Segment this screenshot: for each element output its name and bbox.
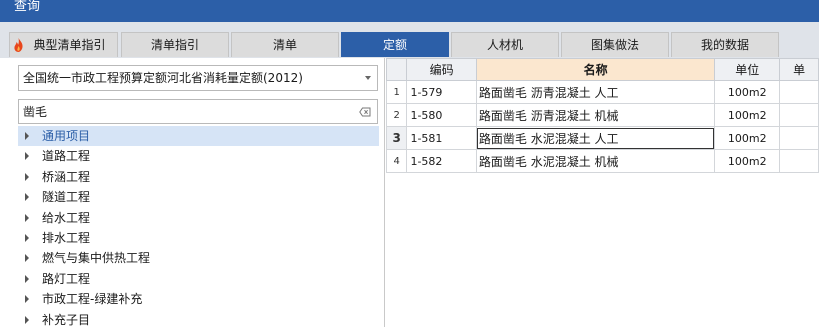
cell-unit-price[interactable] — [779, 103, 819, 127]
grid-header-code[interactable]: 编码 — [406, 58, 477, 81]
quota-grid: 编码 名称 单位 单 1 1-579 路面凿毛 沥青混凝土 人工 100m2 2… — [385, 58, 819, 173]
table-row[interactable]: 4 1-582 路面凿毛 水泥混凝土 机械 100m2 — [385, 149, 819, 173]
tab-quota[interactable]: 定额 — [341, 32, 449, 57]
grid-header-name[interactable]: 名称 — [475, 58, 716, 81]
tab-label: 我的数据 — [700, 38, 749, 52]
cell-unit[interactable]: 100m2 — [714, 149, 781, 173]
row-number: 1 — [385, 80, 408, 104]
right-pane: 编码 名称 单位 单 1 1-579 路面凿毛 沥青混凝土 人工 100m2 2… — [385, 58, 819, 327]
quota-library-value: 全国统一市政工程预算定额河北省消耗量定额(2012) — [23, 71, 303, 85]
tree-item-label: 市政工程-绿建补充 — [42, 292, 143, 307]
tree-item-label: 隧道工程 — [42, 190, 91, 205]
tab-atlas-method[interactable]: 图集做法 — [561, 32, 669, 57]
tree-item-gas-heating[interactable]: 燃气与集中供热工程 — [18, 248, 379, 268]
table-row[interactable]: 1 1-579 路面凿毛 沥青混凝土 人工 100m2 — [385, 80, 819, 104]
tab-typical-list-guide[interactable]: 典型清单指引 — [9, 32, 118, 57]
tree-item-label: 燃气与集中供热工程 — [42, 251, 151, 266]
cell-name[interactable]: 路面凿毛 沥青混凝土 人工 — [475, 80, 716, 104]
fire-icon — [14, 38, 23, 52]
tab-list[interactable]: 清单 — [231, 32, 339, 57]
expand-arrow-icon[interactable] — [25, 254, 29, 263]
row-number: 3 — [385, 126, 408, 150]
dropdown-caret-icon[interactable] — [365, 76, 371, 80]
expand-arrow-icon[interactable] — [25, 193, 29, 202]
tree-item-label: 桥涵工程 — [42, 169, 91, 184]
clear-icon[interactable] — [359, 106, 371, 118]
expand-arrow-icon[interactable] — [25, 274, 29, 283]
title-bar: 查询 — [0, 0, 819, 22]
expand-arrow-icon[interactable] — [25, 233, 29, 242]
row-number: 2 — [385, 103, 408, 127]
search-input[interactable] — [23, 102, 343, 121]
cell-name-focused[interactable]: 路面凿毛 水泥混凝土 人工 — [475, 126, 716, 150]
tab-my-data[interactable]: 我的数据 — [671, 32, 779, 57]
table-row-current[interactable]: 3 1-581 路面凿毛 水泥混凝土 人工 100m2 — [385, 126, 819, 150]
expand-arrow-icon[interactable] — [25, 315, 29, 324]
grid-header-row: 编码 名称 单位 单 — [385, 58, 819, 81]
expand-arrow-icon[interactable] — [25, 172, 29, 181]
cell-unit[interactable]: 100m2 — [714, 80, 781, 104]
table-row[interactable]: 2 1-580 路面凿毛 沥青混凝土 机械 100m2 — [385, 103, 819, 127]
grid-header-rowno — [385, 58, 408, 81]
left-pane: 全国统一市政工程预算定额河北省消耗量定额(2012) 通用项目 道路工程 桥涵工… — [0, 58, 385, 327]
tree-item-street-lighting[interactable]: 路灯工程 — [18, 269, 379, 289]
tree-item-label: 道路工程 — [42, 149, 91, 164]
window-title: 查询 — [14, 0, 41, 14]
grid-header-unit[interactable]: 单位 — [714, 58, 781, 81]
tree-item-drainage[interactable]: 排水工程 — [18, 228, 379, 248]
grid-header-unit-price[interactable]: 单 — [779, 58, 819, 81]
tree-item-bridge-culvert[interactable]: 桥涵工程 — [18, 167, 379, 187]
cell-code[interactable]: 1-579 — [406, 80, 477, 104]
cell-code[interactable]: 1-580 — [406, 103, 477, 127]
row-number: 4 — [385, 149, 408, 173]
cell-code[interactable]: 1-581 — [406, 126, 477, 150]
cell-unit[interactable]: 100m2 — [714, 103, 781, 127]
search-box — [18, 99, 378, 124]
tree-item-label: 给水工程 — [42, 210, 91, 225]
tab-label: 人材机 — [486, 38, 523, 52]
tab-label: 清单指引 — [150, 38, 199, 52]
tree-item-label: 排水工程 — [42, 230, 91, 245]
cell-unit-price[interactable] — [779, 149, 819, 173]
tab-label: 典型清单指引 — [33, 38, 106, 52]
tree-item-water-supply[interactable]: 给水工程 — [18, 208, 379, 228]
expand-arrow-icon[interactable] — [25, 132, 29, 140]
cell-unit-price[interactable] — [779, 126, 819, 150]
cell-name[interactable]: 路面凿毛 沥青混凝土 机械 — [475, 103, 716, 127]
tree-item-label: 路灯工程 — [42, 271, 91, 286]
expand-arrow-icon[interactable] — [25, 295, 29, 304]
tab-label: 定额 — [382, 38, 407, 52]
cell-code[interactable]: 1-582 — [406, 149, 477, 173]
tree-item-tunnel[interactable]: 隧道工程 — [18, 187, 379, 207]
cell-unit-price[interactable] — [779, 80, 819, 104]
tree-item-label: 补充子目 — [42, 312, 91, 327]
tree-item-general[interactable]: 通用项目 — [18, 126, 379, 147]
category-tree: 通用项目 道路工程 桥涵工程 隧道工程 给水工程 排水工程 燃气与集中供热工程 — [18, 126, 379, 327]
tree-item-label: 通用项目 — [42, 129, 91, 143]
tab-label: 图集做法 — [590, 38, 639, 52]
tab-label: 清单 — [272, 38, 297, 52]
tree-item-green-building-supplement[interactable]: 市政工程-绿建补充 — [18, 289, 379, 309]
tab-bar: 典型清单指引 清单指引 清单 定额 人材机 图集做法 我的数据 — [0, 22, 819, 58]
tab-labor-material-machine[interactable]: 人材机 — [451, 32, 559, 57]
expand-arrow-icon[interactable] — [25, 152, 29, 161]
tree-item-road[interactable]: 道路工程 — [18, 146, 379, 166]
tree-item-supplementary[interactable]: 补充子目 — [18, 310, 379, 327]
quota-library-select[interactable]: 全国统一市政工程预算定额河北省消耗量定额(2012) — [18, 65, 378, 91]
cell-name[interactable]: 路面凿毛 水泥混凝土 机械 — [475, 149, 716, 173]
expand-arrow-icon[interactable] — [25, 213, 29, 222]
cell-unit[interactable]: 100m2 — [714, 126, 781, 150]
tab-list-guide[interactable]: 清单指引 — [121, 32, 229, 57]
